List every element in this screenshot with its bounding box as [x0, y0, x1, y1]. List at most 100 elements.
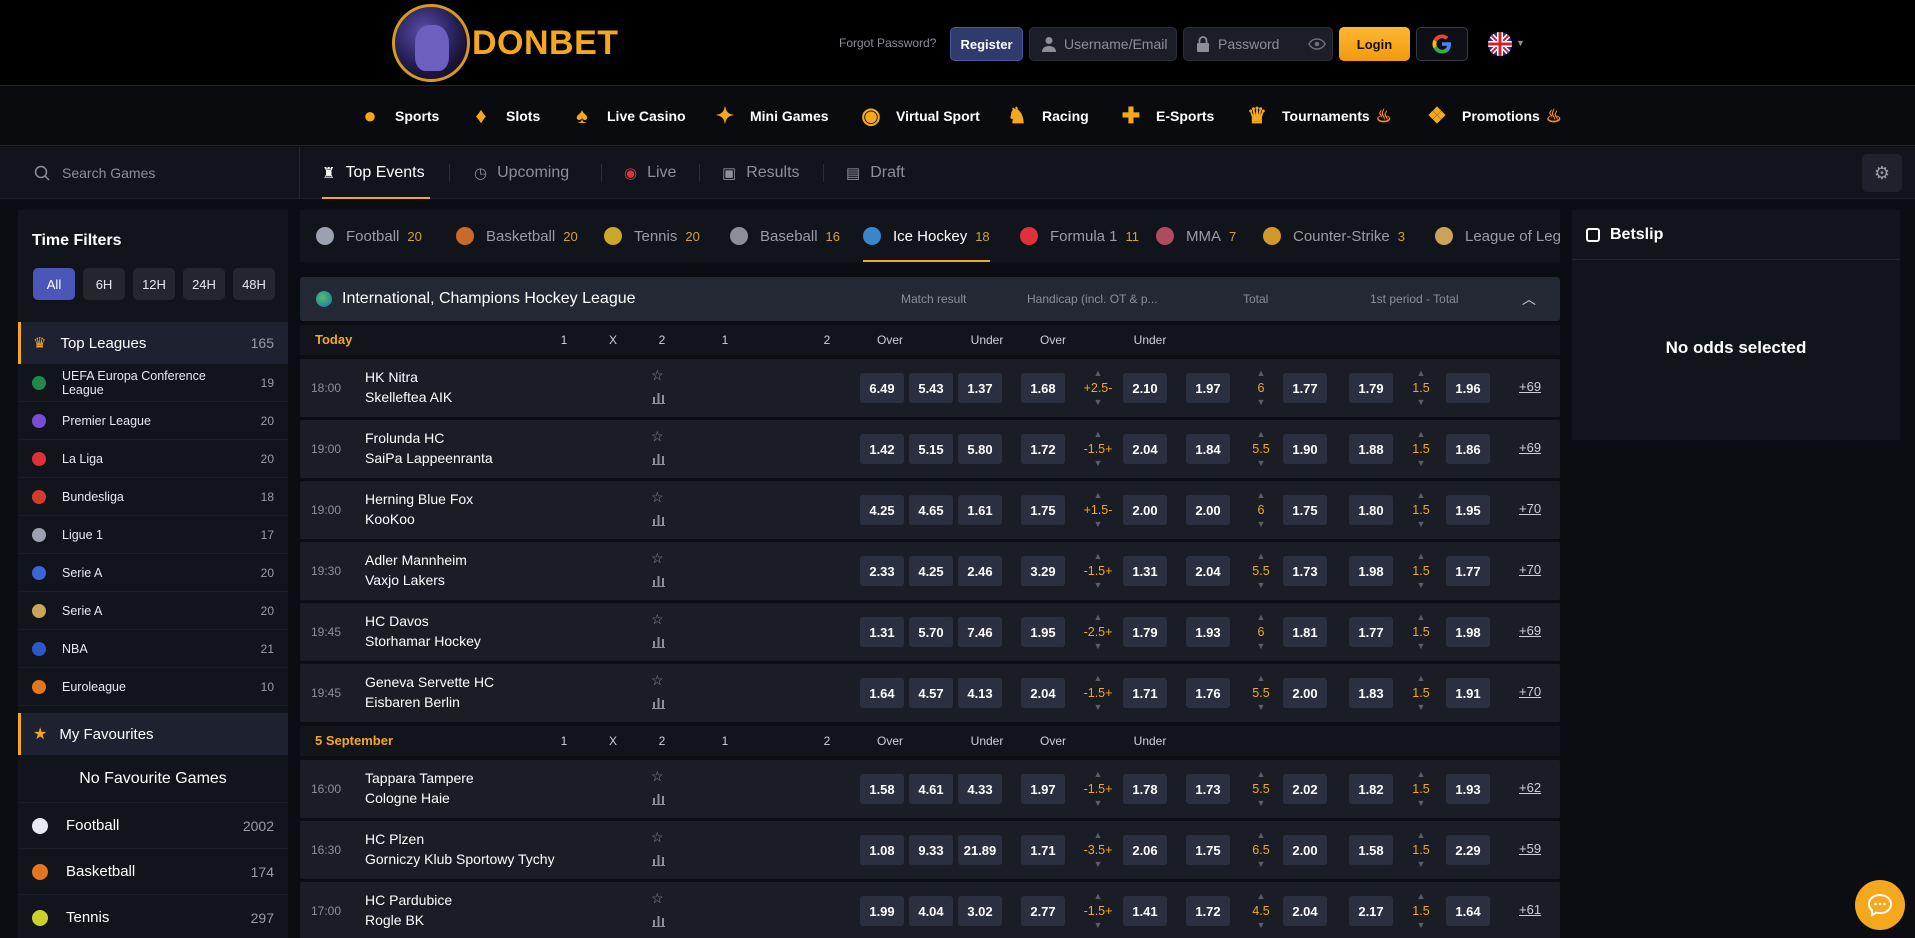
stats-icon[interactable] [652, 853, 665, 866]
league-header[interactable]: International, Champions Hockey League M… [300, 277, 1560, 321]
chevron-down-icon[interactable]: ▼ [1417, 642, 1426, 651]
odds-button[interactable]: 1.64 [1446, 896, 1490, 926]
favourite-star-icon[interactable]: ☆ [651, 890, 664, 907]
nav-e-sports[interactable]: ✚ E-Sports [1116, 86, 1215, 146]
chevron-down-icon[interactable]: ▼ [1257, 642, 1266, 651]
odds-button[interactable]: 1.96 [1446, 373, 1490, 403]
odds-button[interactable]: 1.90 [1283, 434, 1327, 464]
league-item[interactable]: La Liga 20 [18, 440, 288, 478]
league-item[interactable]: UEFA Europa Conference League 19 [18, 364, 288, 402]
odds-button[interactable]: 2.00 [1123, 495, 1167, 525]
favourite-star-icon[interactable]: ☆ [651, 489, 664, 506]
sport-tab[interactable]: Counter-Strike 3 [1263, 210, 1405, 262]
total-line[interactable]: ▲ 6 ▼ [1241, 603, 1281, 661]
chevron-down-icon[interactable]: ▼ [1417, 921, 1426, 930]
league-item[interactable]: Ligue 1 17 [18, 516, 288, 554]
odds-button[interactable]: 1.97 [1186, 373, 1230, 403]
password-field[interactable]: Password [1183, 27, 1333, 61]
odds-button[interactable]: 1.31 [1123, 556, 1167, 586]
odds-button[interactable]: 4.65 [909, 495, 953, 525]
odds-button[interactable]: 2.04 [1186, 556, 1230, 586]
chat-button[interactable] [1855, 880, 1905, 930]
handicap-line[interactable]: ▲ -3.5+ ▼ [1078, 821, 1118, 879]
odds-button[interactable]: 1.91 [1446, 678, 1490, 708]
nav-mini-games[interactable]: ✦ Mini Games [710, 86, 829, 146]
odds-button[interactable]: 1.58 [860, 774, 904, 804]
chevron-up-icon[interactable]: ▲ [1257, 613, 1266, 622]
away-team[interactable]: Storhamar Hockey [365, 633, 481, 649]
chevron-down-icon[interactable]: ▼ [1417, 398, 1426, 407]
away-team[interactable]: Rogle BK [365, 912, 424, 928]
more-markets-link[interactable]: +62 [1519, 780, 1541, 795]
home-team[interactable]: HC Plzen [365, 831, 424, 847]
chevron-up-icon[interactable]: ▲ [1257, 552, 1266, 561]
chevron-down-icon[interactable]: ▼ [1094, 860, 1103, 869]
sport-tab[interactable]: Tennis 20 [604, 210, 700, 262]
odds-button[interactable]: 1.77 [1446, 556, 1490, 586]
stats-icon[interactable] [652, 696, 665, 709]
chevron-up-icon[interactable]: ▲ [1417, 491, 1426, 500]
chevron-down-icon[interactable]: ▼ [1257, 799, 1266, 808]
nav-virtual-sport[interactable]: ◉ Virtual Sport [856, 86, 979, 146]
odds-button[interactable]: 1.42 [860, 434, 904, 464]
odds-button[interactable]: 4.61 [909, 774, 953, 804]
chevron-up-icon[interactable]: ▲ [1257, 892, 1266, 901]
home-team[interactable]: Frolunda HC [365, 430, 444, 446]
odds-button[interactable]: 1.64 [860, 678, 904, 708]
chevron-up-icon[interactable]: ▲ [1417, 430, 1426, 439]
top-leagues-header[interactable]: ♛ Top Leagues 165 [18, 322, 288, 364]
odds-button[interactable]: 2.00 [1283, 835, 1327, 865]
nav-tournaments[interactable]: ♛ Tournaments ♨ [1242, 86, 1392, 146]
odds-button[interactable]: 1.75 [1283, 495, 1327, 525]
handicap-line[interactable]: ▲ +2.5- ▼ [1078, 359, 1118, 417]
nav-racing[interactable]: ♞ Racing [1002, 86, 1089, 146]
period-total-line[interactable]: ▲ 1.5 ▼ [1401, 481, 1441, 539]
home-team[interactable]: HC Davos [365, 613, 429, 629]
stats-icon[interactable] [652, 513, 665, 526]
league-item[interactable]: Bundesliga 18 [18, 478, 288, 516]
odds-button[interactable]: 1.79 [1349, 373, 1393, 403]
odds-button[interactable]: 1.99 [860, 896, 904, 926]
league-item[interactable]: Euroleague 10 [18, 668, 288, 706]
total-line[interactable]: ▲ 6.5 ▼ [1241, 821, 1281, 879]
chevron-down-icon[interactable]: ▼ [1094, 703, 1103, 712]
more-markets-link[interactable]: +61 [1519, 902, 1541, 917]
odds-button[interactable]: 6.49 [860, 373, 904, 403]
odds-button[interactable]: 1.58 [1349, 835, 1393, 865]
odds-button[interactable]: 1.73 [1186, 774, 1230, 804]
odds-button[interactable]: 2.17 [1349, 896, 1393, 926]
odds-button[interactable]: 2.10 [1123, 373, 1167, 403]
odds-button[interactable]: 4.13 [958, 678, 1002, 708]
nav-sports[interactable]: ● Sports [355, 86, 439, 146]
chevron-down-icon[interactable]: ▼ [1094, 642, 1103, 651]
chevron-up-icon[interactable]: ▲ [1257, 770, 1266, 779]
odds-button[interactable]: 7.46 [958, 617, 1002, 647]
forgot-password-link[interactable]: Forgot Password? [839, 36, 936, 50]
odds-button[interactable]: 4.25 [909, 556, 953, 586]
favourite-star-icon[interactable]: ☆ [651, 550, 664, 567]
odds-button[interactable]: 1.82 [1349, 774, 1393, 804]
league-item[interactable]: Premier League 20 [18, 402, 288, 440]
odds-button[interactable]: 1.98 [1446, 617, 1490, 647]
nav-slots[interactable]: ♦ Slots [466, 86, 540, 146]
odds-button[interactable]: 2.77 [1021, 896, 1065, 926]
odds-button[interactable]: 21.89 [958, 835, 1002, 865]
stats-icon[interactable] [652, 391, 665, 404]
chevron-down-icon[interactable]: ▼ [1417, 459, 1426, 468]
odds-button[interactable]: 1.08 [860, 835, 904, 865]
home-team[interactable]: HC Pardubice [365, 892, 452, 908]
odds-button[interactable]: 1.83 [1349, 678, 1393, 708]
chevron-down-icon[interactable]: ▼ [1094, 398, 1103, 407]
odds-button[interactable]: 1.88 [1349, 434, 1393, 464]
sport-item[interactable]: Football 2002 [18, 802, 288, 848]
league-item[interactable]: NBA 21 [18, 630, 288, 668]
odds-button[interactable]: 1.73 [1283, 556, 1327, 586]
odds-button[interactable]: 1.93 [1186, 617, 1230, 647]
chevron-down-icon[interactable]: ▼ [1094, 581, 1103, 590]
language-dropdown-icon[interactable]: ▼ [1516, 38, 1525, 48]
google-login-button[interactable] [1416, 27, 1468, 61]
sport-tab[interactable]: Baseball 16 [730, 210, 840, 262]
odds-button[interactable]: 1.93 [1446, 774, 1490, 804]
chevron-down-icon[interactable]: ▼ [1417, 799, 1426, 808]
more-markets-link[interactable]: +70 [1519, 684, 1541, 699]
